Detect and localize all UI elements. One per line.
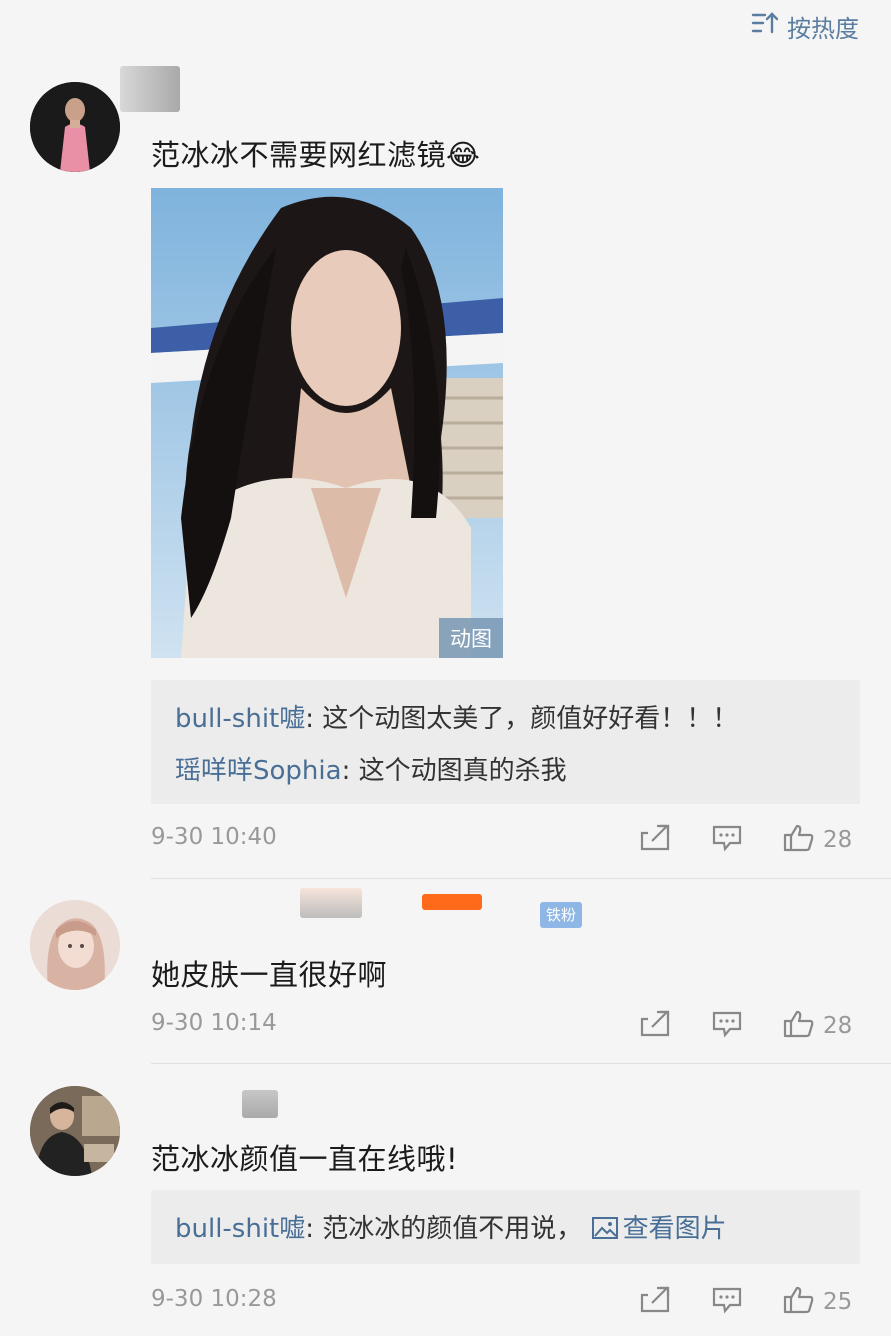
reply-item[interactable]: bull-shit嘘: 范冰冰的颜值不用说， 查看图片 [175,1208,727,1245]
avatar[interactable] [30,900,120,990]
comment-item: 范冰冰不需要网红滤镜😂 动图 bull-shit嘘: 这个动图太美了，颜值好好看… [0,0,891,880]
reply-button[interactable] [711,1282,743,1322]
timestamp: 9-30 10:28 [151,1286,277,1312]
reply-username[interactable]: bull-shit嘘 [175,1214,305,1244]
divider [151,878,891,879]
reply-username[interactable]: bull-shit嘘 [175,704,305,734]
avatar[interactable] [30,82,120,172]
timestamp: 9-30 10:14 [151,1010,277,1036]
comment-meta: 9-30 10:40 28 [151,820,861,860]
replies-box[interactable]: bull-shit嘘: 这个动图太美了，颜值好好看！！！ 瑶咩咩Sophia: … [151,680,860,804]
image-icon [591,1214,623,1244]
reply-button[interactable] [711,1006,743,1046]
comment-item: 铁粉 她皮肤一直很好啊 9-30 10:14 28 [0,880,891,1062]
fan-badge: 铁粉 [540,902,583,928]
comment-gif-image[interactable]: 动图 [151,188,503,658]
comment-item: 范冰冰颜值一直在线哦! bull-shit嘘: 范冰冰的颜值不用说， 查看图片 … [0,1064,891,1336]
gif-badge: 动图 [439,618,503,658]
share-button[interactable] [639,1282,671,1322]
share-icon [639,1009,671,1043]
like-count: 28 [823,827,853,853]
view-image-label: 查看图片 [622,1214,727,1244]
comment-text: 范冰冰不需要网红滤镜😂 [151,138,481,172]
replies-box[interactable]: bull-shit嘘: 范冰冰的颜值不用说， 查看图片 [151,1190,860,1264]
reply-text: : 范冰冰的颜值不用说， [305,1214,583,1244]
share-button[interactable] [639,820,671,860]
comment-icon [711,823,743,857]
view-image-link[interactable]: 查看图片 [591,1214,727,1244]
username-blurred[interactable] [422,894,482,910]
like-count: 25 [823,1289,853,1315]
thumbs-up-icon [783,1285,815,1319]
comment-meta: 9-30 10:28 25 [151,1282,861,1322]
comment-text: 她皮肤一直很好啊 [151,958,388,992]
thumbs-up-icon [783,823,815,857]
comment-text: 范冰冰颜值一直在线哦! [151,1142,459,1176]
share-icon [639,823,671,857]
timestamp: 9-30 10:40 [151,824,277,850]
username-blurred[interactable] [242,1090,278,1118]
reply-text: : 这个动图太美了，颜值好好看！！！ [305,704,739,734]
share-button[interactable] [639,1006,671,1046]
avatar[interactable] [30,1086,120,1176]
reply-text: : 这个动图真的杀我 [341,756,567,786]
username-blurred[interactable] [300,888,362,918]
comment-icon [711,1285,743,1319]
like-button[interactable]: 28 [783,1006,852,1046]
comment-icon [711,1009,743,1043]
thumbs-up-icon [783,1009,815,1043]
username-blurred[interactable] [120,66,180,112]
like-count: 28 [823,1013,853,1039]
share-icon [639,1285,671,1319]
reply-item[interactable]: bull-shit嘘: 这个动图太美了，颜值好好看！！！ [175,698,738,735]
like-button[interactable]: 28 [783,820,852,860]
comment-meta: 9-30 10:14 28 [151,1006,861,1046]
reply-button[interactable] [711,820,743,860]
reply-item[interactable]: 瑶咩咩Sophia: 这个动图真的杀我 [175,750,567,787]
like-button[interactable]: 25 [783,1282,852,1322]
reply-username[interactable]: 瑶咩咩Sophia [175,756,342,786]
